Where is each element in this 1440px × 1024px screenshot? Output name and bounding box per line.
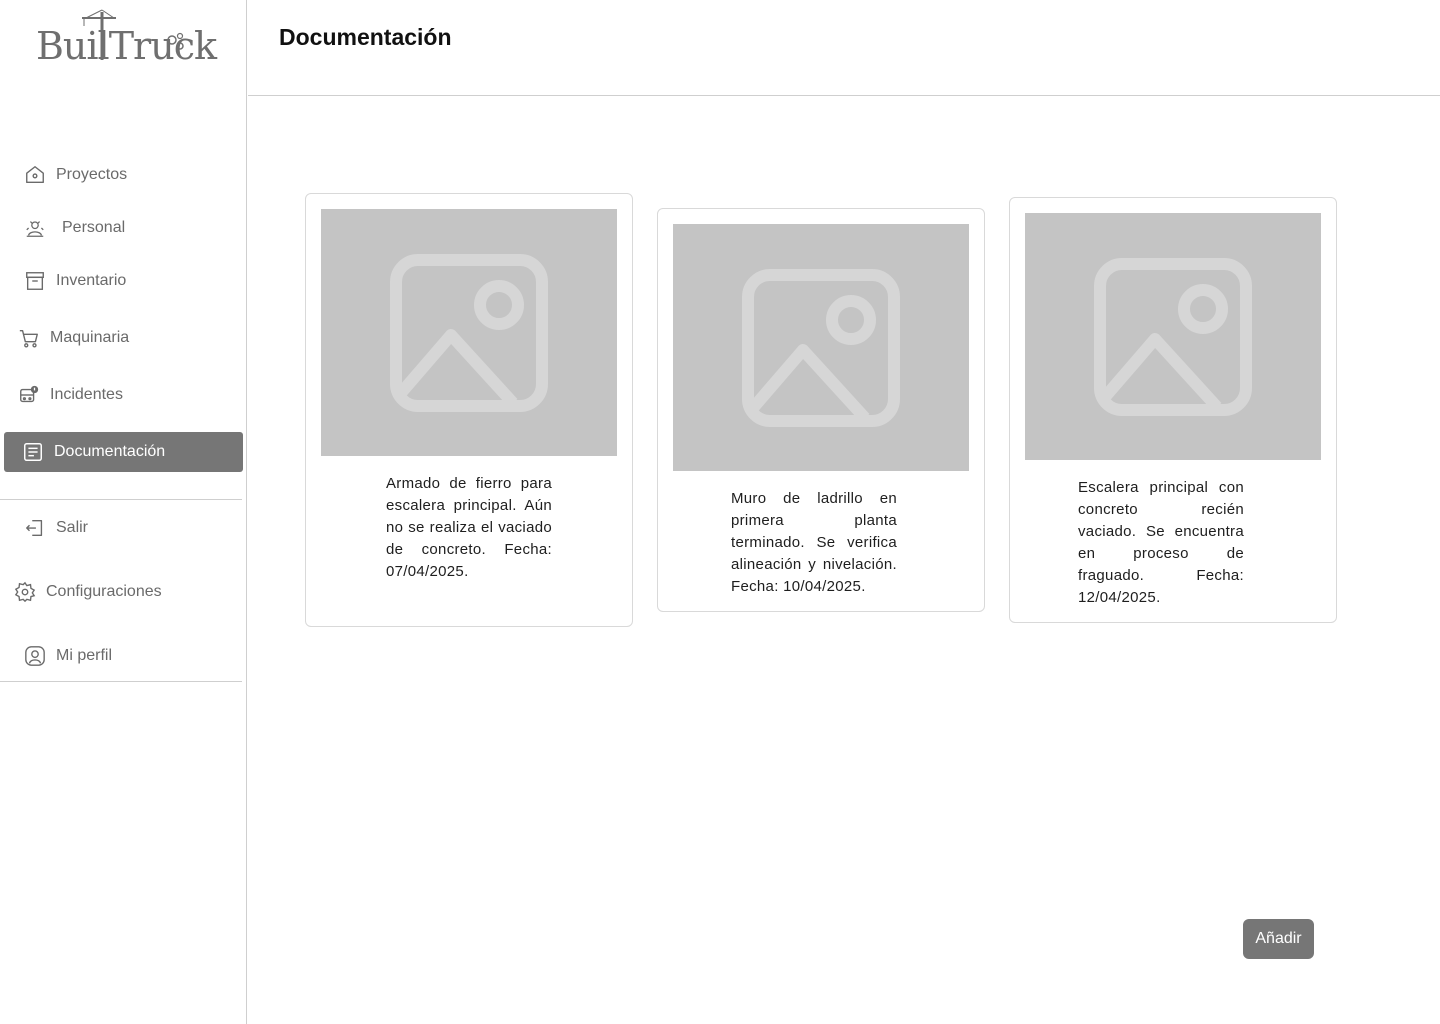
image-placeholder-icon xyxy=(1094,257,1252,416)
sidebar: BuilTruck Proyectos Personal Inventario … xyxy=(0,0,247,1024)
sidebar-item-proyectos[interactable]: Proyectos xyxy=(22,155,261,195)
document-image xyxy=(321,209,617,456)
document-description: Armado de fierro para escalera principal… xyxy=(386,475,552,580)
page-header: Documentación xyxy=(248,0,1440,96)
sidebar-item-inventario[interactable]: Inventario xyxy=(22,261,261,301)
sidebar-item-label: Inventario xyxy=(56,272,127,289)
sidebar-item-documentacion[interactable]: Documentación xyxy=(4,432,243,472)
sidebar-item-mi-perfil[interactable]: Mi perfil xyxy=(22,636,261,676)
sidebar-divider xyxy=(0,681,242,682)
cart-icon xyxy=(16,325,42,351)
document-card[interactable]: Armado de fierro para escalera principal… xyxy=(305,193,633,627)
document-icon xyxy=(20,439,46,465)
home-icon xyxy=(22,162,48,188)
sidebar-item-label: Salir xyxy=(56,519,89,536)
page-title: Documentación xyxy=(279,24,452,50)
user-icon xyxy=(22,643,48,669)
image-placeholder-icon xyxy=(742,268,900,427)
sidebar-item-personal[interactable]: Personal xyxy=(22,208,261,248)
logo-text: BuilTruck xyxy=(36,24,217,68)
gear-icon xyxy=(12,579,38,605)
document-card[interactable]: Muro de ladrillo en primera planta termi… xyxy=(657,208,985,612)
sidebar-item-label: Documentación xyxy=(54,443,166,460)
sidebar-item-incidentes[interactable]: Incidentes xyxy=(16,375,255,415)
logout-icon xyxy=(22,515,48,541)
document-description: Escalera principal con concreto recién v… xyxy=(1078,479,1244,606)
sidebar-item-label: Incidentes xyxy=(50,386,123,403)
sidebar-item-label: Personal xyxy=(62,219,126,236)
sidebar-item-label: Configuraciones xyxy=(46,583,162,600)
people-icon xyxy=(22,215,48,241)
archive-icon xyxy=(22,268,48,294)
sidebar-divider xyxy=(0,499,242,500)
document-image xyxy=(673,224,969,471)
sidebar-item-configuraciones[interactable]: Configuraciones xyxy=(12,572,251,612)
image-placeholder-icon xyxy=(390,253,548,412)
document-card[interactable]: Escalera principal con concreto recién v… xyxy=(1009,197,1337,623)
sidebar-item-label: Proyectos xyxy=(56,166,128,183)
document-description: Muro de ladrillo en primera planta termi… xyxy=(731,490,897,595)
sidebar-item-maquinaria[interactable]: Maquinaria xyxy=(16,318,255,358)
add-document-button[interactable]: Añadir xyxy=(1243,919,1314,959)
document-image xyxy=(1025,213,1321,460)
sidebar-item-salir[interactable]: Salir xyxy=(22,508,261,548)
sidebar-item-label: Mi perfil xyxy=(56,647,113,664)
sidebar-item-label: Maquinaria xyxy=(50,329,130,346)
alert-bus-icon xyxy=(16,382,42,408)
app-logo[interactable]: BuilTruck xyxy=(36,6,217,68)
